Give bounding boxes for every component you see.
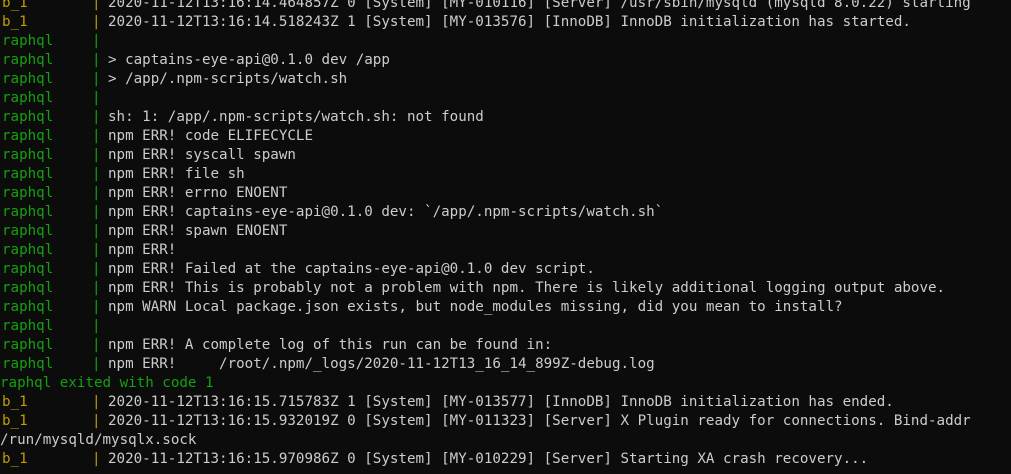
log-line: /run/mysqld/mysqlx.sock xyxy=(0,431,1011,450)
prefix-separator: | xyxy=(92,128,101,144)
prefix-separator: | xyxy=(92,52,101,68)
log-line: raphql | npm ERR! A complete log of this r… xyxy=(0,336,1011,355)
service-prefix: raphql xyxy=(2,223,54,239)
service-prefix: raphql xyxy=(2,33,54,49)
log-line: raphql | npm ERR! file sh xyxy=(0,165,1011,184)
log-message: npm ERR! syscall spawn xyxy=(108,147,296,163)
service-prefix: raphql xyxy=(2,90,54,106)
log-message: 2020-11-12T13:16:15.932019Z 0 [System] [… xyxy=(108,413,971,429)
prefix-separator: | xyxy=(92,0,101,11)
log-message: 2020-11-12T13:16:14.518243Z 1 [System] [… xyxy=(108,14,911,30)
prefix-separator: | xyxy=(92,261,101,277)
service-prefix: raphql xyxy=(2,242,54,258)
service-prefix: b_1 xyxy=(2,0,28,11)
log-line: raphql | npm ERR! Failed at the captains-e… xyxy=(0,260,1011,279)
service-prefix: raphql xyxy=(2,280,54,296)
log-line: raphql | npm ERR! xyxy=(0,241,1011,260)
service-prefix: b_1 xyxy=(2,394,28,410)
prefix-separator: | xyxy=(92,280,101,296)
prefix-separator: | xyxy=(92,109,101,125)
log-message: npm ERR! xyxy=(108,242,177,258)
service-prefix: raphql xyxy=(2,318,54,334)
log-line: raphql | xyxy=(0,317,1011,336)
log-line: b_1 | 2020-11-12T13:16:14.518243Z 1 [Syste… xyxy=(0,13,1011,32)
log-line: raphql | > captains-eye-api@0.1.0 dev /app xyxy=(0,51,1011,70)
log-message: npm ERR! errno ENOENT xyxy=(108,185,288,201)
log-message: > captains-eye-api@0.1.0 dev /app xyxy=(108,52,390,68)
prefix-separator: | xyxy=(92,71,101,87)
prefix-separator: | xyxy=(92,90,101,106)
prefix-separator: | xyxy=(92,413,101,429)
prefix-separator: | xyxy=(92,14,101,30)
prefix-separator: | xyxy=(92,394,101,410)
prefix-separator: | xyxy=(92,204,101,220)
log-line: raphql | sh: 1: /app/.npm-scripts/watch.sh… xyxy=(0,108,1011,127)
service-prefix: raphql xyxy=(2,71,54,87)
log-message: npm ERR! captains-eye-api@0.1.0 dev: `/a… xyxy=(108,204,664,220)
log-line: raphql | npm ERR! captains-eye-api@0.1.0 d… xyxy=(0,203,1011,222)
prefix-separator: | xyxy=(92,33,101,49)
log-line: raphql | > /app/.npm-scripts/watch.sh xyxy=(0,70,1011,89)
log-message: npm ERR! A complete log of this run can … xyxy=(108,337,553,353)
log-line: b_1 | 2020-11-12T13:16:15.932019Z 0 [Syste… xyxy=(0,412,1011,431)
log-line: raphql | npm ERR! errno ENOENT xyxy=(0,184,1011,203)
log-message: npm ERR! spawn ENOENT xyxy=(108,223,288,239)
log-message: npm ERR! This is probably not a problem … xyxy=(108,280,946,296)
log-message: > /app/.npm-scripts/watch.sh xyxy=(108,71,348,87)
log-line: raphql | npm ERR! This is probably not a p… xyxy=(0,279,1011,298)
log-line: raphql | xyxy=(0,32,1011,51)
log-message: 2020-11-12T13:16:15.970986Z 0 [System] [… xyxy=(108,451,869,467)
prefix-separator: | xyxy=(92,185,101,201)
service-prefix: raphql xyxy=(2,261,54,277)
log-message: npm WARN Local package.json exists, but … xyxy=(108,299,843,315)
service-prefix: raphql xyxy=(2,147,54,163)
service-prefix: raphql xyxy=(2,337,54,353)
service-prefix: raphql xyxy=(2,299,54,315)
service-prefix: raphql xyxy=(2,185,54,201)
prefix-separator: | xyxy=(92,242,101,258)
prefix-separator: | xyxy=(92,166,101,182)
terminal-output[interactable]: b_1 | 2020-11-12T13:16:14.464857Z 0 [Syste… xyxy=(0,0,1011,474)
service-prefix: raphql xyxy=(2,204,54,220)
prefix-separator: | xyxy=(92,299,101,315)
service-prefix: raphql xyxy=(2,356,54,372)
log-line: b_1 | 2020-11-12T13:16:15.715783Z 1 [Syste… xyxy=(0,393,1011,412)
log-line: raphql | npm ERR! /root/.npm/_logs/2020-11… xyxy=(0,355,1011,374)
service-prefix: raphql xyxy=(2,52,54,68)
log-message: npm ERR! /root/.npm/_logs/2020-11-12T13_… xyxy=(108,356,655,372)
service-prefix: raphql xyxy=(2,166,54,182)
log-continuation-text: /run/mysqld/mysqlx.sock xyxy=(0,432,197,448)
prefix-separator: | xyxy=(92,223,101,239)
log-message: npm ERR! file sh xyxy=(108,166,245,182)
prefix-separator: | xyxy=(92,337,101,353)
log-message: npm ERR! code ELIFECYCLE xyxy=(108,128,313,144)
prefix-separator: | xyxy=(92,318,101,334)
service-prefix: raphql xyxy=(2,109,54,125)
log-line: b_1 | 2020-11-12T13:16:14.464857Z 0 [Syste… xyxy=(0,0,1011,13)
log-message: 2020-11-12T13:16:15.715783Z 1 [System] [… xyxy=(108,394,894,410)
prefix-separator: | xyxy=(92,147,101,163)
prefix-separator: | xyxy=(92,356,101,372)
log-line: raphql | npm ERR! spawn ENOENT xyxy=(0,222,1011,241)
log-line: raphql exited with code 1 xyxy=(0,374,1011,393)
log-message: sh: 1: /app/.npm-scripts/watch.sh: not f… xyxy=(108,109,484,125)
log-line: raphql | npm ERR! code ELIFECYCLE xyxy=(0,127,1011,146)
service-prefix: b_1 xyxy=(2,413,28,429)
service-prefix: b_1 xyxy=(2,14,28,30)
service-prefix: raphql xyxy=(2,128,54,144)
log-line: raphql | npm ERR! syscall spawn xyxy=(0,146,1011,165)
log-message: npm ERR! Failed at the captains-eye-api@… xyxy=(108,261,595,277)
log-line: raphql | npm WARN Local package.json exist… xyxy=(0,298,1011,317)
log-message: 2020-11-12T13:16:14.464857Z 0 [System] [… xyxy=(108,0,971,11)
exit-status-text: raphql exited with code 1 xyxy=(0,375,214,391)
log-line: raphql | xyxy=(0,89,1011,108)
